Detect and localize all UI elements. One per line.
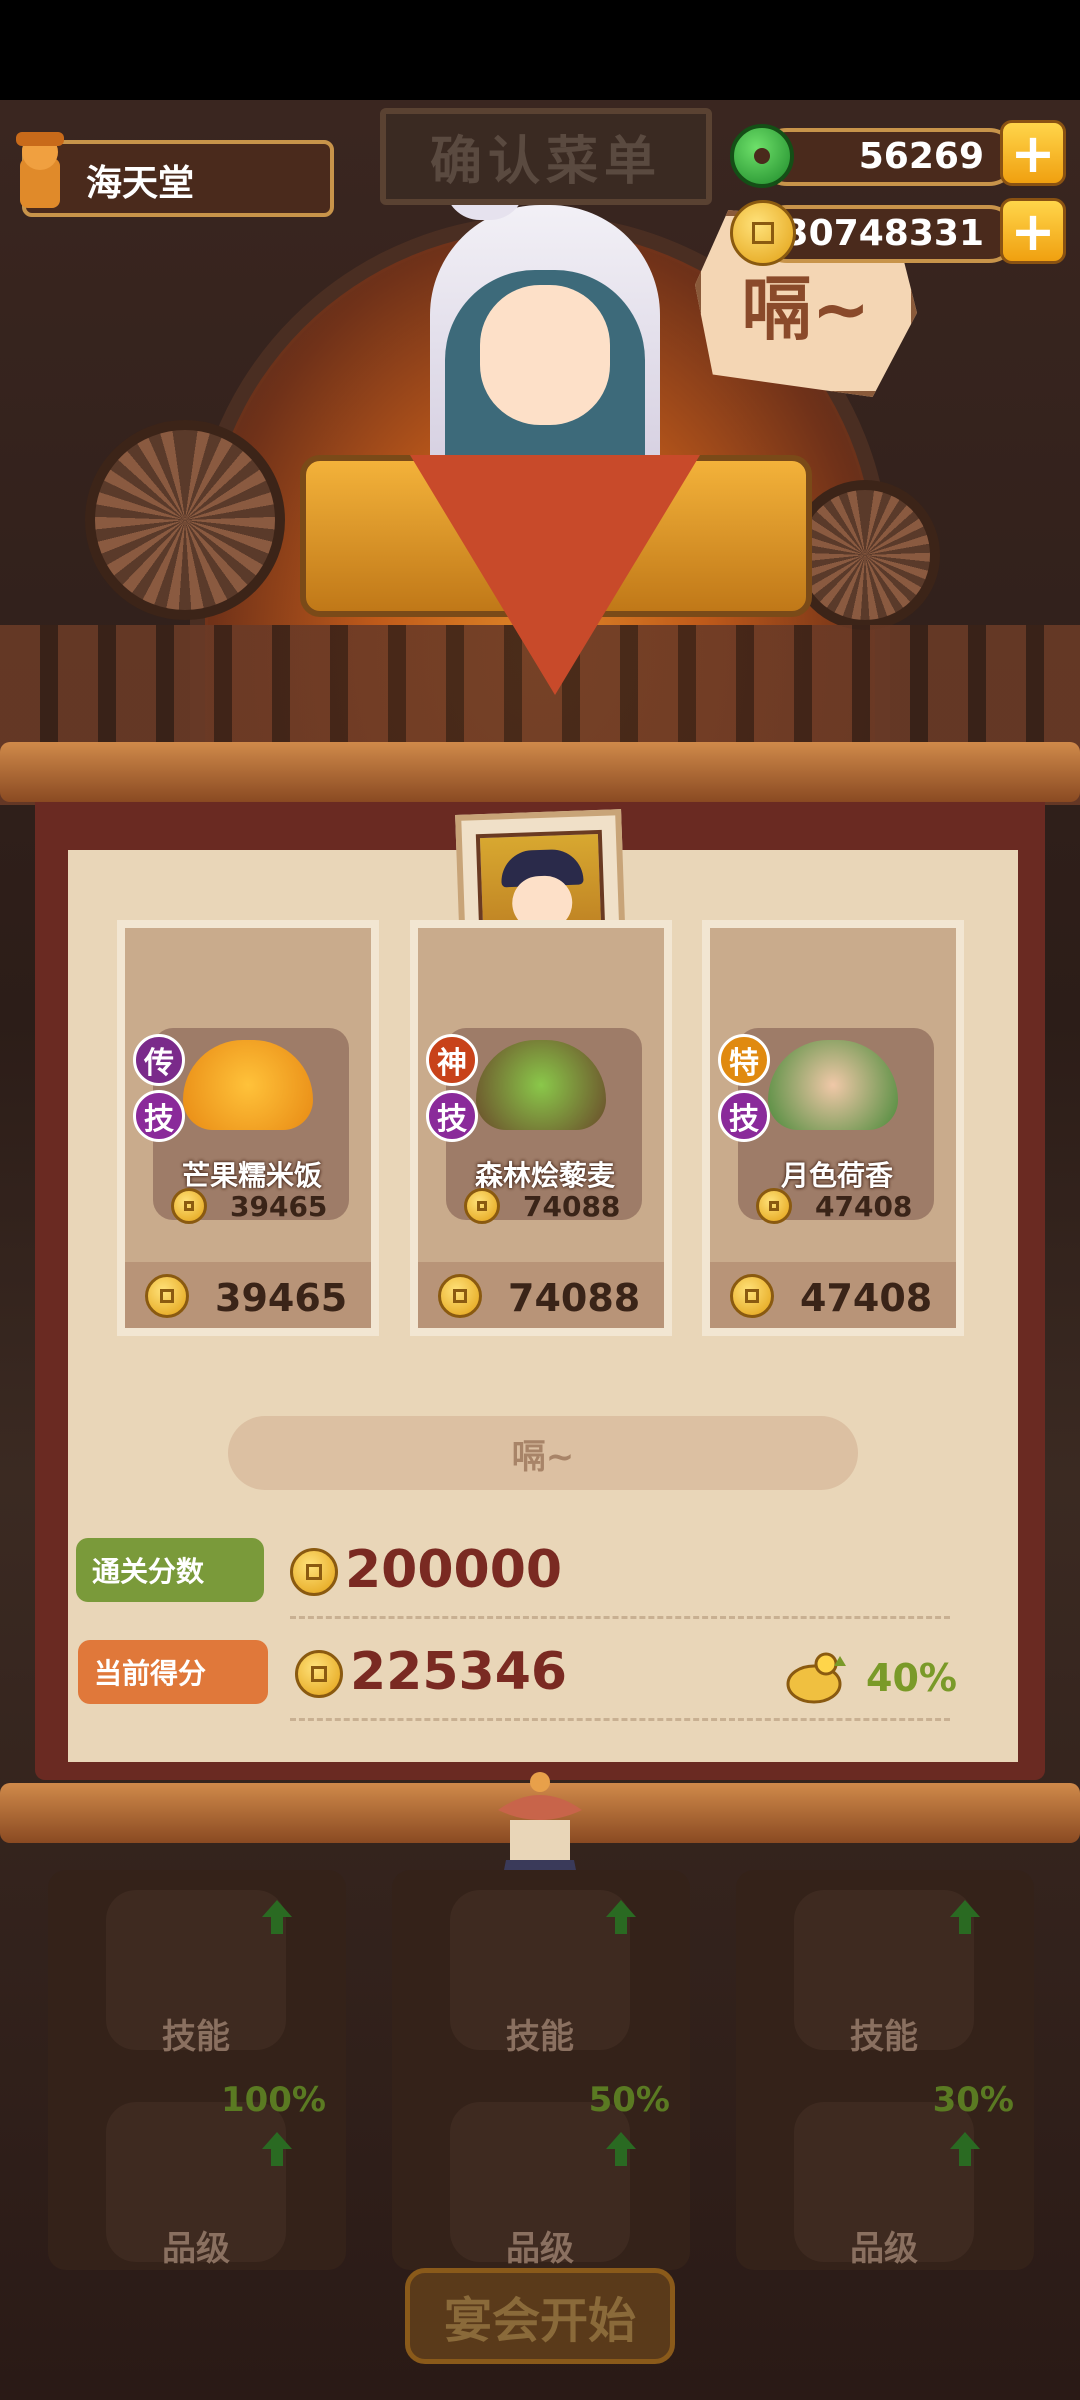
dish-price-small: 74088 bbox=[523, 1190, 621, 1223]
coin-bag-icon bbox=[786, 1652, 846, 1704]
coin-icon bbox=[171, 1188, 207, 1224]
dish-skill-badge: 技 bbox=[426, 1090, 478, 1142]
dish-price: 47408 bbox=[800, 1276, 933, 1320]
sage-face bbox=[480, 285, 610, 425]
dish-price-small: 47408 bbox=[815, 1190, 913, 1223]
scroll-top-rod bbox=[0, 742, 1080, 802]
grade-percent: 30% bbox=[932, 2080, 1014, 2120]
dish-skill-badge: 技 bbox=[718, 1090, 770, 1142]
upgrade-arrow-icon bbox=[606, 2132, 636, 2166]
pass-score-label: 通关分数 bbox=[76, 1538, 264, 1602]
add-coin-button[interactable]: + bbox=[1000, 198, 1066, 264]
grade-slot[interactable]: 品级 30% bbox=[794, 2080, 1014, 2269]
dish-price-bar: 47408 bbox=[710, 1262, 956, 1328]
dish-price-small: 39465 bbox=[230, 1190, 328, 1223]
dish-card[interactable]: 神 技 森林烩藜麦 74088 74088 bbox=[410, 920, 672, 1336]
page-title: 确认菜单 bbox=[380, 108, 712, 205]
upgrade-arrow-icon bbox=[262, 1900, 292, 1934]
coin-amount: 30748331 bbox=[783, 213, 984, 254]
grade-percent: 50% bbox=[588, 2080, 670, 2120]
upgrade-column: 技能 品级 30% bbox=[736, 1870, 1034, 2270]
grade-label: 品级 bbox=[850, 2229, 918, 2269]
right-fan bbox=[790, 480, 940, 630]
dish-price: 74088 bbox=[508, 1276, 641, 1320]
upgrade-column: 技能 品级 100% bbox=[48, 1870, 346, 2270]
dish-rank-badge: 神 bbox=[426, 1034, 478, 1086]
skill-label: 技能 bbox=[506, 2017, 574, 2057]
skill-slot[interactable]: 技能 bbox=[106, 1890, 292, 2057]
skill-label: 技能 bbox=[850, 2017, 918, 2057]
upgrade-arrow-icon bbox=[606, 1900, 636, 1934]
coin-icon bbox=[290, 1548, 338, 1596]
sniff-bar: 嗝~ bbox=[228, 1416, 858, 1490]
dish-card[interactable]: 传 技 芒果糯米饭 39465 39465 bbox=[117, 920, 379, 1336]
current-score-value: 225346 bbox=[350, 1642, 568, 1702]
dish-name: 芒果糯米饭 bbox=[181, 1159, 322, 1192]
add-jade-button[interactable]: + bbox=[1000, 120, 1066, 186]
dish-name: 森林烩藜麦 bbox=[474, 1159, 615, 1192]
start-banquet-button[interactable]: 宴会开始 bbox=[405, 2268, 675, 2364]
dish-rank-badge: 传 bbox=[133, 1034, 185, 1086]
coin-bar: 30748331 bbox=[758, 205, 1018, 263]
skill-slot[interactable]: 技能 bbox=[450, 1890, 636, 2057]
pass-score-value: 200000 bbox=[345, 1540, 563, 1600]
coin-icon bbox=[438, 1274, 482, 1318]
dish-card[interactable]: 特 技 月色荷香 47408 47408 bbox=[702, 920, 964, 1336]
coin-icon bbox=[756, 1188, 792, 1224]
divider bbox=[290, 1718, 950, 1721]
skill-slot[interactable]: 技能 bbox=[794, 1890, 980, 2057]
upgrade-arrow-icon bbox=[950, 2132, 980, 2166]
dish-price: 39465 bbox=[215, 1276, 348, 1320]
grade-label: 品级 bbox=[162, 2229, 230, 2269]
left-fan bbox=[85, 420, 285, 620]
coin-icon bbox=[464, 1188, 500, 1224]
dish-rank-badge: 特 bbox=[718, 1034, 770, 1086]
speech-bubble-text: 嗝~ bbox=[741, 268, 871, 350]
upgrade-column: 技能 品级 50% bbox=[392, 1870, 690, 2270]
coin-icon bbox=[295, 1650, 343, 1698]
divider bbox=[290, 1616, 950, 1619]
current-score-label: 当前得分 bbox=[78, 1640, 268, 1704]
jade-bar: 56269 bbox=[758, 128, 1018, 186]
dish-skill-badge: 技 bbox=[133, 1090, 185, 1142]
coin-icon bbox=[730, 200, 796, 266]
dish-price-bar: 74088 bbox=[418, 1262, 664, 1328]
grade-slot[interactable]: 品级 100% bbox=[106, 2080, 326, 2269]
dish-name: 月色荷香 bbox=[780, 1159, 893, 1192]
coin-icon bbox=[730, 1274, 774, 1318]
grade-slot[interactable]: 品级 50% bbox=[450, 2080, 670, 2269]
upgrade-arrow-icon bbox=[950, 1900, 980, 1934]
coin-icon bbox=[145, 1274, 189, 1318]
bonus-percent: 40% bbox=[866, 1656, 957, 1700]
chef-icon bbox=[16, 132, 64, 208]
jade-amount: 56269 bbox=[858, 136, 984, 177]
jade-icon bbox=[730, 124, 794, 188]
grade-label: 品级 bbox=[506, 2229, 574, 2269]
grade-percent: 100% bbox=[220, 2080, 326, 2120]
upgrade-arrow-icon bbox=[262, 2132, 292, 2166]
restaurant-name: 海天堂 bbox=[86, 163, 195, 204]
dish-price-bar: 39465 bbox=[125, 1262, 371, 1328]
skill-label: 技能 bbox=[162, 2017, 230, 2057]
